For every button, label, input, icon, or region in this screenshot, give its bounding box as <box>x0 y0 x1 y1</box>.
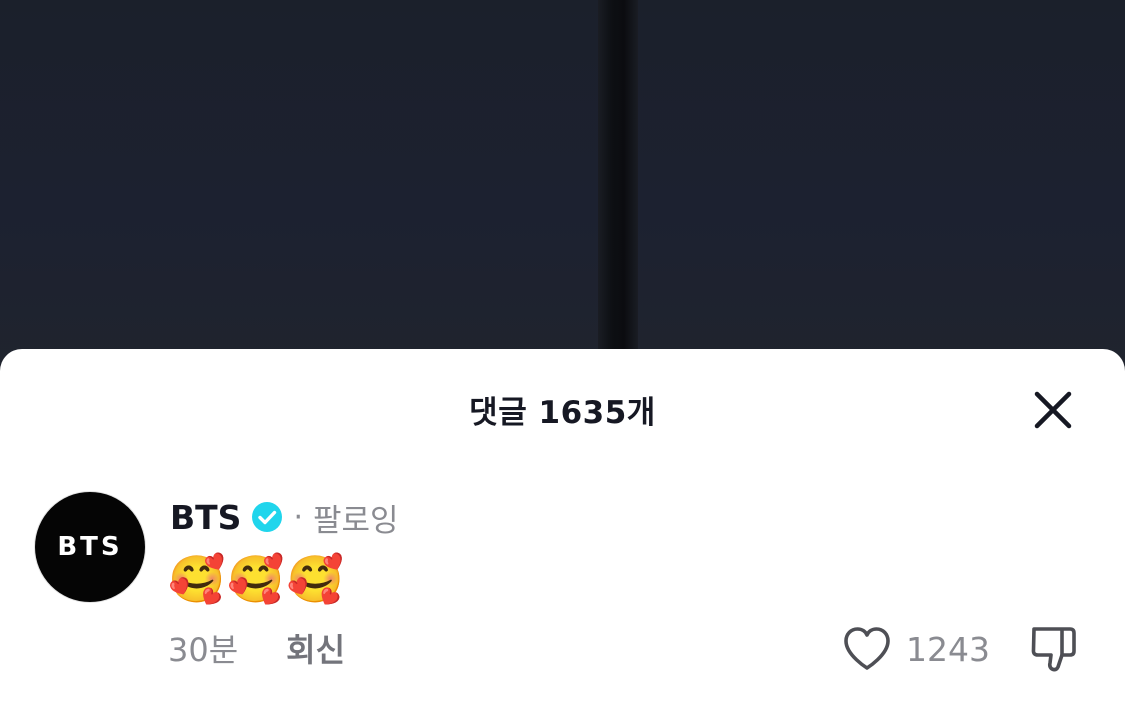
avatar[interactable]: BTS <box>35 492 145 602</box>
reply-button[interactable]: 회신 <box>286 625 345 671</box>
close-icon <box>1034 391 1072 429</box>
like-area: 1243 <box>840 622 990 676</box>
like-button[interactable] <box>840 622 894 676</box>
separator-dot: · <box>293 499 303 535</box>
close-button[interactable] <box>1028 385 1078 435</box>
following-label: 팔로잉 <box>312 502 399 539</box>
comment-meta: 30분 회신 <box>168 624 345 672</box>
username[interactable]: BTS <box>170 498 241 537</box>
verified-badge-icon <box>251 501 283 533</box>
heart-outline-icon <box>844 627 890 670</box>
dislike-button[interactable] <box>1026 621 1082 677</box>
thumbs-down-icon <box>1031 627 1076 672</box>
comment-text: 🥰🥰🥰 <box>168 552 346 606</box>
like-count: 1243 <box>906 629 990 669</box>
avatar-logo: BTS <box>57 532 123 562</box>
comment-header: BTS · 팔로잉 <box>170 495 399 539</box>
comments-sheet: 댓글 1635개 BTS BTS · 팔로잉 🥰🥰🥰 30분 회신 1243 <box>0 349 1125 706</box>
comment-time: 30분 <box>168 631 239 669</box>
video-content-pole <box>598 0 638 380</box>
video-background[interactable] <box>0 0 1125 380</box>
comments-title: 댓글 1635개 <box>469 395 656 431</box>
